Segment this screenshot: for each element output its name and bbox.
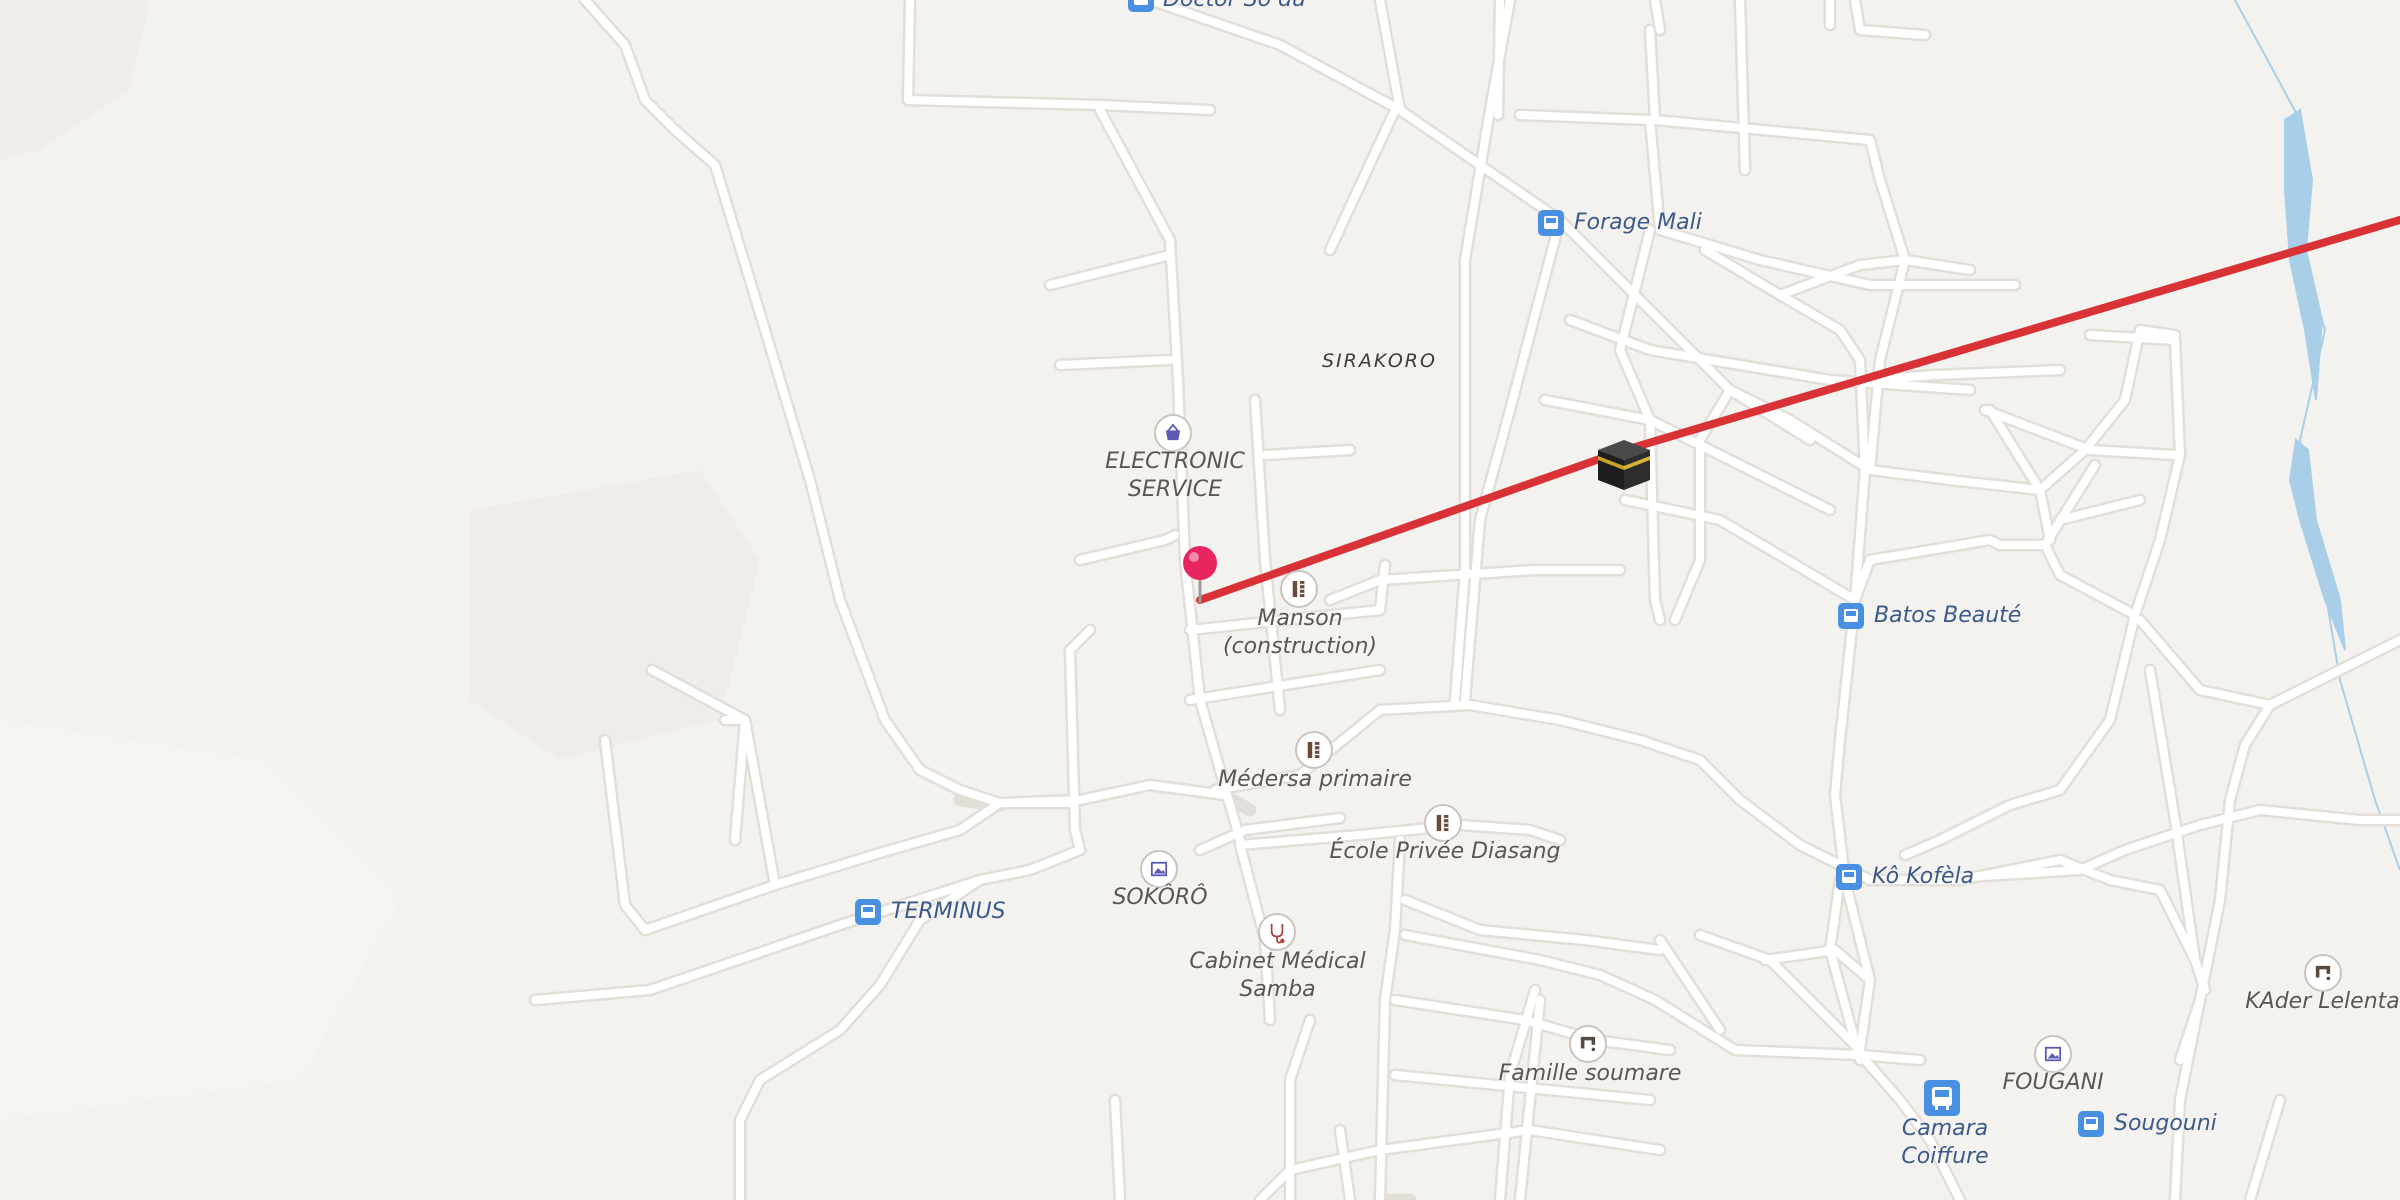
bus-stop-icon[interactable] — [1538, 210, 1564, 236]
route-line[interactable] — [1196, 216, 2400, 604]
shopping-basket-icon[interactable] — [1154, 414, 1192, 452]
poi-label-ko-kofela[interactable]: Kô Kofèla — [1872, 863, 1974, 891]
poi-label-doctor[interactable]: Doctor So du — [1163, 0, 1306, 14]
poi-label-sokoro[interactable]: SOKÔRÔ — [1090, 884, 1230, 912]
ruler-icon[interactable] — [1424, 804, 1462, 842]
bus-stop-icon[interactable] — [1128, 0, 1154, 12]
bus-stop-icon[interactable] — [2078, 1111, 2104, 1137]
picture-frame-icon[interactable] — [1140, 850, 1178, 888]
bus-station-icon[interactable] — [1924, 1080, 1960, 1116]
bus-stop-icon[interactable] — [1836, 864, 1862, 890]
terrain-shading — [0, 0, 760, 1120]
poi-label-sougouni[interactable]: Sougouni — [2114, 1110, 2217, 1138]
poi-label-famille-soumare[interactable]: Famille soumare — [1480, 1060, 1700, 1088]
poi-label-electronic-service[interactable]: ELECTRONIC SERVICE — [1090, 448, 1260, 504]
picture-frame-icon[interactable] — [2034, 1035, 2072, 1073]
bus-stop-icon[interactable] — [855, 899, 881, 925]
poi-label-cabinet-medical[interactable]: Cabinet Médical Samba — [1170, 948, 1385, 1004]
water-tap-icon[interactable] — [2304, 954, 2342, 992]
poi-label-fougani[interactable]: FOUGANI — [1983, 1069, 2123, 1097]
map-canvas[interactable]: SIRAKORO Doctor So du Forage Mali ELECTR… — [0, 0, 2400, 1200]
roads-casing — [528, 0, 2400, 1200]
kaaba-icon[interactable] — [1594, 434, 1654, 494]
poi-label-terminus[interactable]: TERMINUS — [891, 898, 1006, 926]
poi-label-ecole-privee[interactable]: École Privée Diasang — [1320, 838, 1570, 866]
location-pin-icon[interactable] — [1180, 545, 1220, 605]
ruler-icon[interactable] — [1280, 570, 1318, 608]
poi-label-medersa[interactable]: Médersa primaire — [1195, 766, 1435, 794]
stethoscope-icon[interactable] — [1258, 913, 1296, 951]
poi-label-kader-lelenta[interactable]: KAder Lelenta — [2245, 988, 2400, 1016]
river — [2234, 0, 2400, 871]
area-label-sirakoro: SIRAKORO — [1322, 350, 1437, 372]
bus-stop-icon[interactable] — [1838, 603, 1864, 629]
poi-label-manson[interactable]: Manson (construction) — [1215, 605, 1385, 661]
poi-label-batos-beaute[interactable]: Batos Beauté — [1874, 602, 2021, 630]
ruler-icon[interactable] — [1295, 731, 1333, 769]
poi-label-forage-mali[interactable]: Forage Mali — [1574, 209, 1702, 237]
water-tap-icon[interactable] — [1569, 1025, 1607, 1063]
poi-label-camara-coiffure[interactable]: Camara Coiffure — [1855, 1115, 2035, 1171]
